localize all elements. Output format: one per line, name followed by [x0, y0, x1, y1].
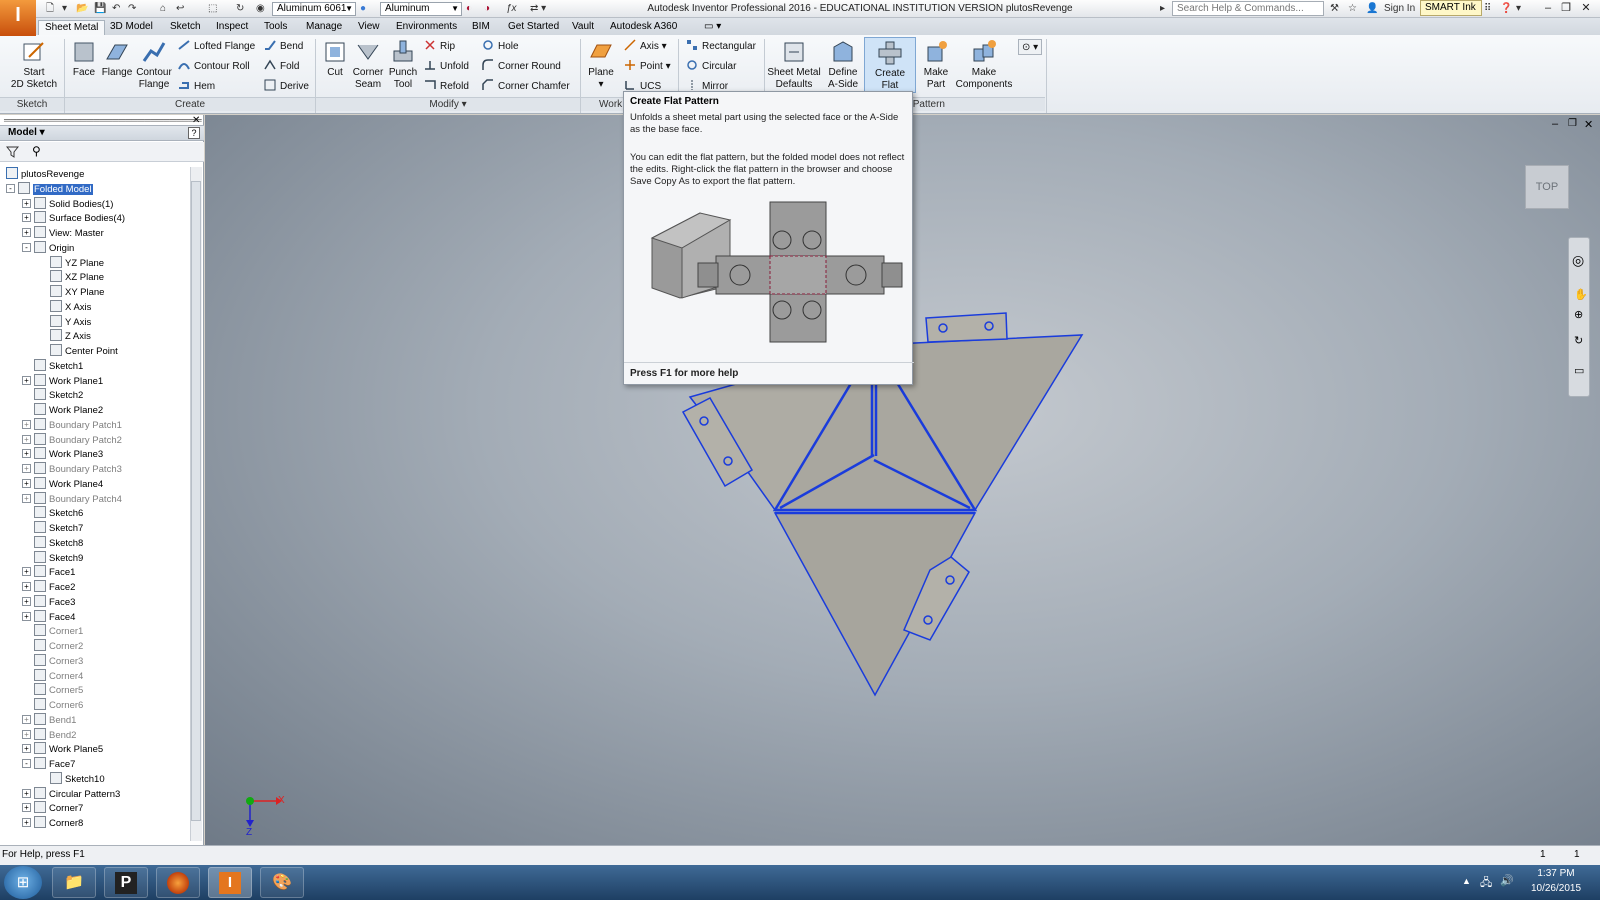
- tooltip-title: Create Flat Pattern: [630, 96, 719, 107]
- status-count-2: 1: [1574, 849, 1580, 860]
- p-app-icon: P: [115, 872, 137, 894]
- status-bar: For Help, press F1 1 1: [0, 845, 1600, 865]
- taskbar-firefox[interactable]: [156, 867, 200, 898]
- taskbar-explorer[interactable]: 📁: [52, 867, 96, 898]
- show-hidden-icons-icon[interactable]: ▲: [1462, 876, 1471, 886]
- network-icon[interactable]: 🖧: [1480, 874, 1492, 893]
- folder-icon: 📁: [64, 874, 84, 891]
- clock-time[interactable]: 1:37 PM: [1528, 868, 1584, 879]
- tooltip-description-detail: You can edit the flat pattern, but the f…: [630, 152, 905, 187]
- windows-taskbar: ⊞ 📁 P I 🎨 ▲ 🖧 🔊 1:37 PM 10/26/2015: [0, 865, 1600, 900]
- taskbar-inventor[interactable]: I: [208, 867, 252, 898]
- tooltip-description: Unfolds a sheet metal part using the sel…: [630, 112, 899, 135]
- paint-icon: 🎨: [272, 874, 292, 891]
- axis-x-label: X: [278, 795, 285, 806]
- taskbar-app-p[interactable]: P: [104, 867, 148, 898]
- clock-date[interactable]: 10/26/2015: [1522, 883, 1590, 894]
- application-menu-button[interactable]: I: [0, 0, 36, 36]
- flat-pattern-illustration: [650, 201, 903, 343]
- create-flat-pattern-tooltip: Create Flat Pattern Unfolds a sheet meta…: [623, 91, 914, 386]
- firefox-icon: [167, 872, 189, 894]
- volume-icon[interactable]: 🔊: [1500, 874, 1514, 887]
- status-count-1: 1: [1540, 849, 1546, 860]
- tooltip-footer: Press F1 for more help: [624, 362, 914, 386]
- taskbar-paint[interactable]: 🎨: [260, 867, 304, 898]
- coordinate-triad: [246, 797, 282, 827]
- status-help-text: For Help, press F1: [2, 849, 85, 860]
- start-button[interactable]: ⊞: [4, 866, 42, 899]
- axis-z-label: Z: [246, 827, 253, 838]
- windows-logo-icon: ⊞: [16, 874, 30, 891]
- inventor-icon: I: [219, 872, 241, 894]
